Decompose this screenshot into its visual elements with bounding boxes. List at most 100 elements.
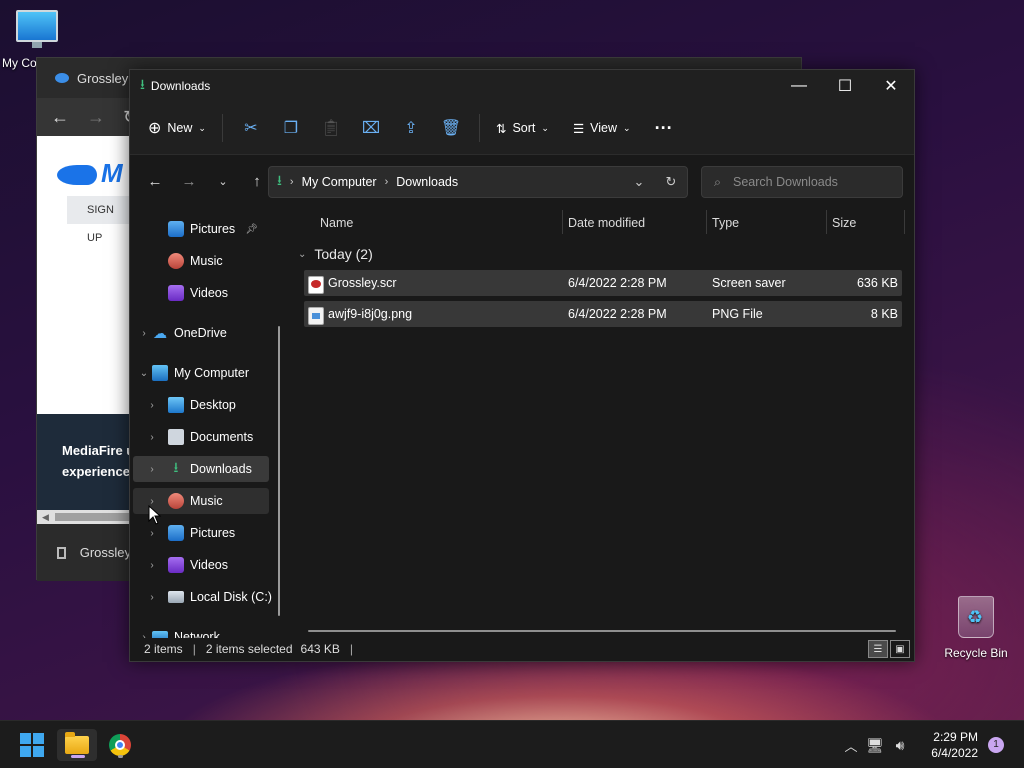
network-status-icon[interactable]: 🖥︎ (862, 737, 888, 754)
details-view-button[interactable]: ☰ (868, 640, 888, 658)
scroll-left-icon[interactable]: ◀ (42, 510, 49, 524)
chevron-down-icon[interactable]: ⌄ (136, 368, 152, 379)
chevron-right-icon[interactable]: › (144, 560, 160, 571)
cut-button[interactable]: ✂ (231, 112, 271, 144)
sidebar-item-videos[interactable]: › Videos (144, 552, 228, 578)
search-input[interactable]: ⌕ Search Downloads (701, 166, 903, 198)
breadcrumb-downloads[interactable]: Downloads (396, 175, 458, 189)
breadcrumb-my-computer[interactable]: My Computer (302, 175, 377, 189)
screensaver-file-icon (308, 276, 324, 294)
sidebar-item-pinned-videos[interactable]: Videos (152, 280, 228, 306)
address-history-dropdown[interactable]: ⌄ (623, 174, 655, 190)
column-divider[interactable] (826, 210, 827, 234)
chevron-right-icon[interactable]: › (144, 528, 160, 539)
close-button[interactable]: ✕ (868, 70, 914, 102)
sidebar-item-label: Documents (190, 430, 254, 444)
desktop-icon-recycle-bin[interactable]: ♻ Recycle Bin (940, 596, 1012, 660)
sidebar-item-label: Pictures (190, 526, 236, 540)
column-header-type[interactable]: Type (712, 208, 739, 238)
toolbar-divider (478, 114, 480, 142)
horizontal-scrollbar[interactable]: ◀ (37, 510, 131, 524)
view-button[interactable]: ☰ View ⌄ (565, 112, 639, 144)
copy-button[interactable]: ❐ (271, 112, 311, 144)
column-header-name[interactable]: Name (320, 208, 353, 238)
volume-icon[interactable]: 🔊︎ (888, 737, 912, 754)
sidebar-item-label: Music (190, 494, 223, 508)
sidebar-item-onedrive[interactable]: › ☁ OneDrive (136, 320, 226, 346)
sort-label: Sort (512, 121, 536, 135)
column-divider[interactable] (562, 210, 563, 234)
column-header-size[interactable]: Size (832, 208, 856, 238)
address-bar[interactable]: ⭳ › My Computer › Downloads ⌄ ↻ (268, 166, 688, 198)
sidebar-item-downloads[interactable]: › ⭳ Downloads (133, 456, 269, 482)
recent-locations-button[interactable]: ⌄ (206, 166, 240, 196)
image-file-icon (308, 307, 324, 325)
column-header-date-modified[interactable]: Date modified (568, 208, 645, 238)
chevron-right-icon[interactable]: › (144, 432, 160, 443)
view-label: View (590, 121, 618, 135)
column-divider[interactable] (904, 210, 905, 234)
chevron-right-icon[interactable]: › (144, 464, 160, 475)
cloud-icon: ☁ (153, 324, 167, 341)
window-title: Downloads (150, 79, 211, 93)
downloads-icon: ⭳ (277, 172, 282, 188)
desktop-icon (168, 397, 184, 413)
more-options-button[interactable]: ··· (647, 112, 681, 144)
share-button[interactable]: ⇪ (391, 112, 431, 144)
scrollbar-thumb[interactable] (55, 513, 131, 521)
sidebar-item-pinned-music[interactable]: Music (152, 248, 223, 274)
clock[interactable]: 2:29 PM 6/4/2022 (931, 729, 978, 761)
sidebar-item-label: Downloads (190, 462, 252, 476)
rename-button[interactable]: ⌧ (351, 112, 391, 144)
chevron-right-icon[interactable]: › (136, 328, 152, 339)
ellipsis-icon: ··· (654, 117, 673, 138)
sidebar-item-pinned-pictures[interactable]: Pictures 📌︎ (152, 216, 272, 242)
column-divider[interactable] (706, 210, 707, 234)
sidebar-item-local-disk[interactable]: › Local Disk (C:) (144, 584, 272, 610)
taskbar: ︿ 🖥︎ 🔊︎ 2:29 PM 6/4/2022 1 (0, 720, 1024, 768)
delete-button[interactable]: 🗑︎ (431, 112, 471, 144)
table-row[interactable]: awjf9-i8j0g.png 6/4/2022 2:28 PM PNG Fil… (304, 301, 902, 327)
refresh-icon: ↻ (665, 174, 677, 189)
sidebar-item-desktop[interactable]: › Desktop (144, 392, 236, 418)
forward-icon[interactable]: → (87, 107, 105, 128)
taskbar-chrome[interactable] (100, 729, 140, 761)
status-bar: 2 items | 2 items selected 643 KB | ☰ ▣ (130, 637, 916, 661)
new-button[interactable]: ⊕ New ⌄ (140, 112, 214, 144)
forward-button[interactable]: → (172, 166, 206, 196)
paste-button[interactable]: 📋︎ (311, 112, 351, 144)
navigation-scrollbar[interactable] (278, 326, 280, 616)
chevron-down-icon[interactable]: ⌄ (298, 249, 306, 260)
file-size: 636 KB (856, 276, 898, 290)
back-icon[interactable]: ← (51, 107, 69, 128)
sidebar-item-documents[interactable]: › Documents (144, 424, 253, 450)
minimize-button[interactable]: — (776, 70, 822, 102)
start-button[interactable] (12, 729, 52, 761)
download-item-name: Grossley (79, 545, 131, 560)
taskbar-file-explorer[interactable] (57, 729, 97, 761)
show-hidden-icons-icon[interactable]: ︿ (840, 736, 862, 755)
window-controls: — ☐ ✕ (776, 70, 914, 102)
tiles-view-button[interactable]: ▣ (890, 640, 910, 658)
promo-text-line1: MediaFire u (62, 443, 131, 458)
signup-button[interactable]: SIGN UP (67, 196, 131, 244)
file-explorer-window[interactable]: ⭳ Downloads — ☐ ✕ ⊕ New ⌄ ✂ ❐ 📋︎ ⌧ ⇪ 🗑︎ … (129, 69, 915, 662)
notification-badge[interactable]: 1 (988, 737, 1004, 753)
sidebar-item-my-computer[interactable]: ⌄ My Computer (136, 360, 249, 386)
download-bar-item[interactable]: Grossley (37, 524, 131, 581)
sort-button[interactable]: ⇅ Sort ⌄ (488, 112, 557, 144)
folder-icon (65, 732, 89, 754)
horizontal-scrollbar[interactable] (308, 630, 896, 632)
chevron-right-icon[interactable]: › (144, 592, 160, 603)
arrow-left-icon: ← (147, 172, 163, 190)
table-row[interactable]: Grossley.scr 6/4/2022 2:28 PM Screen sav… (304, 270, 902, 296)
refresh-button[interactable]: ↻ (655, 174, 687, 190)
sidebar-item-network[interactable]: › Network (136, 624, 220, 638)
breadcrumb-separator-icon: › (384, 176, 389, 188)
back-button[interactable]: ← (138, 166, 172, 196)
group-header-today[interactable]: ⌄ Today (2) (298, 246, 373, 262)
chevron-right-icon[interactable]: › (144, 400, 160, 411)
status-divider: | (192, 642, 196, 656)
maximize-button[interactable]: ☐ (822, 70, 868, 102)
details-view-icon: ☰ (873, 643, 883, 655)
